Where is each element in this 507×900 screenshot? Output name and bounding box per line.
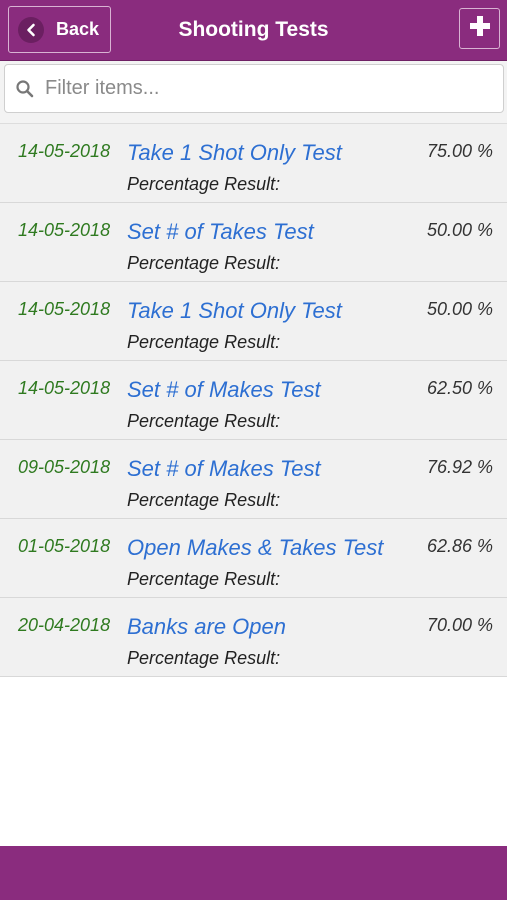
result-label: Percentage Result:: [127, 174, 281, 194]
result-label: Percentage Result:: [127, 490, 281, 510]
list-item[interactable]: 14-05-2018 Take 1 Shot Only Test Percentag…: [0, 124, 507, 203]
list-item[interactable]: 14-05-2018 Set # of Makes Test Percentage …: [0, 361, 507, 440]
result-label: Percentage Result:: [127, 648, 281, 668]
test-date: 01-05-2018: [18, 536, 111, 556]
result-percent: 75.00 %: [426, 141, 493, 161]
result-percent: 70.00 %: [426, 615, 493, 635]
result-percent: 50.00 %: [426, 220, 493, 240]
result-label: Percentage Result:: [127, 411, 281, 431]
list-item[interactable]: 14-05-2018 Set # of Takes Test Percentage …: [0, 203, 507, 282]
plus-icon: [469, 15, 491, 42]
test-date: 14-05-2018: [18, 220, 111, 240]
test-date: 20-04-2018: [18, 615, 111, 635]
add-test-button[interactable]: [459, 8, 500, 49]
test-date: 14-05-2018: [18, 378, 111, 398]
footer-bar: [0, 846, 507, 900]
test-date: 14-05-2018: [18, 299, 111, 319]
result-percent: 50.00 %: [426, 299, 493, 319]
test-list: 14-05-2018 Take 1 Shot Only Test Percentag…: [0, 124, 507, 677]
search-icon: [15, 79, 35, 99]
test-name[interactable]: Open Makes & Takes Test: [127, 535, 383, 561]
search-bar: [0, 61, 507, 124]
test-date: 09-05-2018: [18, 457, 111, 477]
back-button[interactable]: Back: [8, 6, 111, 53]
test-name[interactable]: Take 1 Shot Only Test: [127, 298, 342, 324]
test-name[interactable]: Banks are Open: [127, 614, 286, 640]
chevron-left-icon: [18, 16, 44, 43]
result-percent: 62.86 %: [426, 536, 493, 556]
result-percent: 62.50 %: [426, 378, 493, 398]
result-percent: 76.92 %: [426, 457, 493, 477]
list-item[interactable]: 20-04-2018 Banks are Open Percentage Resul…: [0, 598, 507, 677]
result-label: Percentage Result:: [127, 569, 281, 589]
search-input[interactable]: [43, 76, 487, 101]
page-title: Shooting Tests: [178, 18, 329, 41]
back-label: Back: [56, 19, 100, 39]
test-name[interactable]: Take 1 Shot Only Test: [127, 140, 342, 166]
result-label: Percentage Result:: [127, 332, 281, 352]
result-label: Percentage Result:: [127, 253, 281, 273]
header-bar: Back Shooting Tests: [0, 0, 507, 61]
list-item[interactable]: 14-05-2018 Take 1 Shot Only Test Percentag…: [0, 282, 507, 361]
test-name[interactable]: Set # of Makes Test: [127, 456, 321, 482]
list-item[interactable]: 09-05-2018 Set # of Makes Test Percentage …: [0, 440, 507, 519]
search-box[interactable]: [4, 64, 504, 113]
list-item[interactable]: 01-05-2018 Open Makes & Takes Test Percent…: [0, 519, 507, 598]
test-name[interactable]: Set # of Makes Test: [127, 377, 321, 403]
test-date: 14-05-2018: [18, 141, 111, 161]
test-name[interactable]: Set # of Takes Test: [127, 219, 314, 245]
